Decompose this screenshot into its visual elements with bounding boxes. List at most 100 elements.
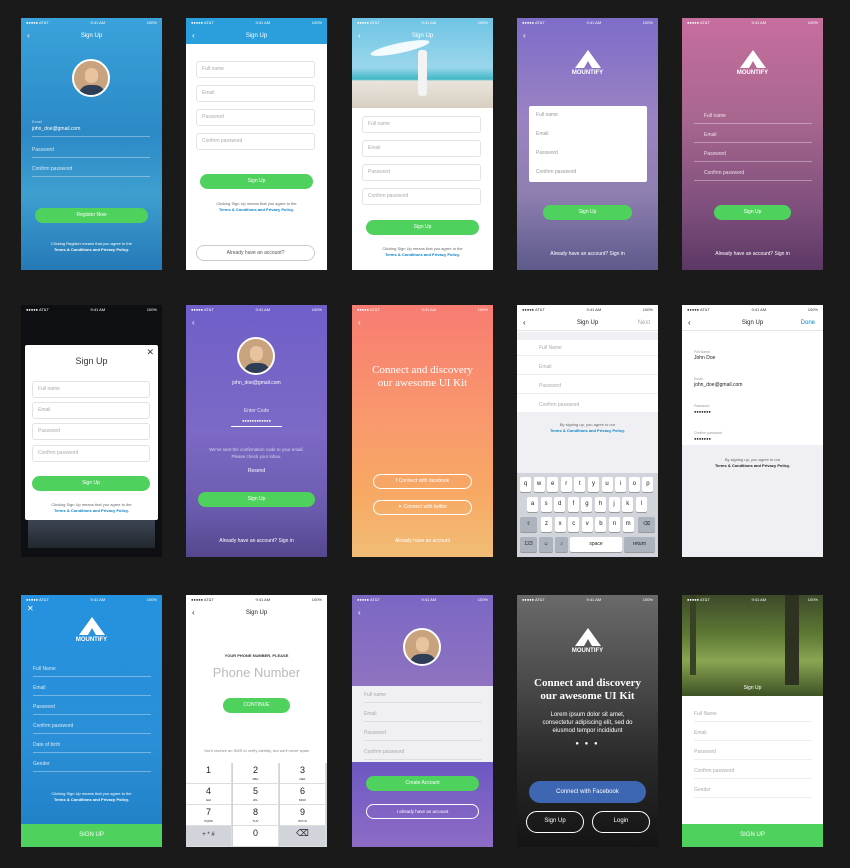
terms-link[interactable]: Terms & Conditions and Privacy Policy. xyxy=(352,252,493,258)
date-of-birth-field[interactable]: Date of birth xyxy=(33,739,151,753)
key-p[interactable]: p xyxy=(642,477,654,492)
back-icon[interactable]: ‹ xyxy=(523,28,526,44)
confirm-password-field[interactable]: Confirm password xyxy=(536,169,576,175)
full-name-field[interactable]: Full name xyxy=(362,116,481,133)
password-value[interactable]: ●●●●●●● xyxy=(694,409,711,414)
key-q[interactable]: q xyxy=(520,477,531,492)
back-icon[interactable]: ‹ xyxy=(192,605,195,621)
sign-in-link[interactable]: Already have an account? Sign in xyxy=(186,538,327,544)
keypad-key[interactable]: 5 JKL xyxy=(233,784,279,805)
key-k[interactable]: k xyxy=(622,497,634,512)
confirm-password-field[interactable]: Confirm password xyxy=(32,163,150,177)
key-d[interactable]: d xyxy=(554,497,566,512)
twitter-button[interactable]: ✦ Connect with twitter xyxy=(373,500,472,515)
full-name-field[interactable]: Full Name xyxy=(694,708,812,722)
key-y[interactable]: y xyxy=(588,477,599,492)
keypad-key[interactable]: 3 DEF xyxy=(280,763,326,784)
email-field[interactable]: Email xyxy=(694,129,812,143)
email-field[interactable]: Email xyxy=(364,708,482,722)
key-s[interactable]: s xyxy=(540,497,552,512)
full-name-field[interactable]: Full name xyxy=(196,61,315,78)
confirm-password-field[interactable]: Confirm password xyxy=(362,188,481,205)
back-icon[interactable]: ‹ xyxy=(358,605,361,621)
sign-in-link[interactable]: Already have an account? Sign in xyxy=(682,251,823,257)
key-a[interactable]: a xyxy=(527,497,538,512)
key-o[interactable]: o xyxy=(628,477,640,492)
key-z[interactable]: z xyxy=(541,517,552,532)
back-icon[interactable]: ‹ xyxy=(358,315,361,331)
key-v[interactable]: v xyxy=(581,517,593,532)
password-field[interactable]: Password xyxy=(33,701,151,715)
back-icon[interactable]: ‹ xyxy=(358,28,361,44)
sign-up-button[interactable]: Sign Up xyxy=(200,174,313,189)
full-name-field[interactable]: Full Name xyxy=(517,342,658,356)
confirm-password-field[interactable]: Confirm password xyxy=(364,746,482,760)
have-account-button[interactable]: I already have an account xyxy=(366,804,479,819)
key-n[interactable]: n xyxy=(609,517,620,532)
key-l[interactable]: l xyxy=(635,497,647,512)
password-field[interactable]: Password xyxy=(32,423,150,440)
resend-link[interactable]: Resend xyxy=(186,468,327,474)
key-c[interactable]: c xyxy=(568,517,580,532)
login-button[interactable]: Login xyxy=(592,811,650,833)
keypad-key[interactable]: 4 GHI xyxy=(186,784,232,805)
confirm-password-field[interactable]: Confirm password xyxy=(33,720,151,734)
back-icon[interactable]: ‹ xyxy=(27,28,30,44)
phone-number-input[interactable]: Phone Number xyxy=(186,665,327,680)
confirm-password-field[interactable]: Confirm password xyxy=(517,399,658,413)
back-icon[interactable]: ‹ xyxy=(523,315,526,331)
key-w[interactable]: w xyxy=(533,477,545,492)
facebook-button[interactable]: Connect with Facebook xyxy=(529,781,646,803)
keypad-key[interactable]: 6 MNO xyxy=(280,784,326,805)
password-field[interactable]: Password xyxy=(536,150,558,156)
full-name-field[interactable]: Full Name xyxy=(33,663,151,677)
email-value[interactable]: john_doe@gmail.com xyxy=(694,382,742,388)
keypad-key[interactable]: 2 ABC xyxy=(233,763,279,784)
page-indicator[interactable]: ● ● ● xyxy=(517,741,658,747)
password-field[interactable]: Password xyxy=(517,380,658,394)
code-field[interactable]: ●●●●●●●●●●●● xyxy=(231,418,282,427)
mic-key[interactable]: ♪ xyxy=(555,537,568,552)
sign-up-button[interactable]: SIGN UP xyxy=(682,824,823,847)
key-h[interactable]: h xyxy=(595,497,606,512)
password-field[interactable]: Password xyxy=(694,148,812,162)
email-field[interactable]: Email xyxy=(362,140,481,157)
full-name-field[interactable]: Full name xyxy=(694,110,812,124)
sign-up-button[interactable]: Sign Up xyxy=(198,492,315,507)
done-button[interactable]: Done xyxy=(801,315,815,331)
email-field[interactable]: Email xyxy=(32,402,150,419)
email-field[interactable]: Email xyxy=(196,85,315,102)
avatar[interactable] xyxy=(403,628,441,666)
have-account-button[interactable]: Already have an account? xyxy=(196,245,315,261)
confirm-password-field[interactable]: Confirm password xyxy=(694,167,812,181)
keypad-key[interactable]: 7 PQRS xyxy=(186,805,232,826)
sign-up-button[interactable]: SIGN UP xyxy=(21,824,162,847)
password-field[interactable]: Password xyxy=(32,144,150,158)
confirm-value[interactable]: ●●●●●●● xyxy=(694,436,711,441)
password-field[interactable]: Password xyxy=(694,746,812,760)
sign-up-button[interactable]: Sign Up xyxy=(543,205,632,220)
return-key[interactable]: return xyxy=(624,537,655,552)
sign-up-button[interactable]: Sign Up xyxy=(32,476,150,491)
password-field[interactable]: Password xyxy=(362,164,481,181)
password-field[interactable]: Password xyxy=(364,727,482,741)
key-g[interactable]: g xyxy=(581,497,593,512)
sign-up-button[interactable]: Sign Up xyxy=(526,811,584,833)
terms-link[interactable]: Terms & Conditions and Privacy Policy. xyxy=(682,463,823,469)
full-name-field[interactable]: Full name xyxy=(364,689,482,703)
email-field[interactable]: Email xyxy=(536,131,549,137)
terms-link[interactable]: Terms & Conditions and Privacy Policy. xyxy=(517,428,658,434)
close-icon[interactable]: ✕ xyxy=(27,604,34,613)
avatar[interactable] xyxy=(237,337,275,375)
full-name-field[interactable]: Full name xyxy=(536,112,558,118)
terms-link[interactable]: Terms & Conditions and Privacy Policy. xyxy=(25,508,158,514)
key-m[interactable]: m xyxy=(622,517,634,532)
numbers-key[interactable]: 123 xyxy=(520,537,537,552)
password-field[interactable]: Password xyxy=(196,109,315,126)
create-account-button[interactable]: Create Account xyxy=(366,776,479,791)
have-account-link[interactable]: Already have an account xyxy=(352,538,493,544)
keypad-key[interactable]: 0 xyxy=(233,826,279,847)
email-field[interactable]: Email xyxy=(694,727,812,741)
facebook-button[interactable]: f Connect with facebook xyxy=(373,474,472,489)
email-field[interactable]: john_doe@gmail.com xyxy=(32,123,150,137)
